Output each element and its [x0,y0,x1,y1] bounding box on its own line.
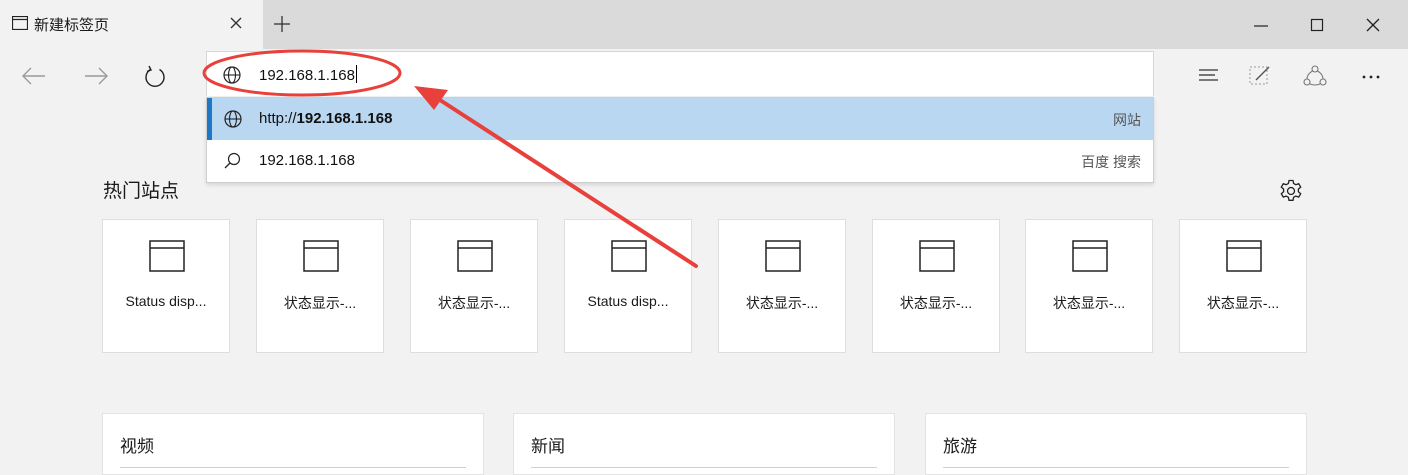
tab-new-tab[interactable]: 新建标签页 [0,0,263,49]
close-icon[interactable] [226,13,246,33]
page-icon [12,16,28,30]
top-site-tile[interactable]: 状态显示-... [1179,219,1307,353]
suggestion-search-tag: 百度 搜索 [1081,154,1141,170]
feed-card-news[interactable]: 新闻 [513,413,895,475]
divider [943,467,1289,468]
top-site-tile[interactable]: 状态显示-... [718,219,846,353]
top-sites-heading: 热门站点 [103,181,180,202]
plus-icon[interactable] [271,13,293,35]
card-title: 新闻 [531,437,565,456]
top-site-label: 状态显示-... [745,295,819,311]
page-icon [919,240,955,272]
maximize-icon[interactable] [1302,14,1332,36]
page-icon [611,240,647,272]
more-icon[interactable] [1356,63,1386,89]
page-icon [1226,240,1262,272]
page-icon [765,240,801,272]
refresh-icon[interactable] [140,63,170,89]
top-site-label: Status disp... [587,293,669,309]
top-site-label: Status disp... [125,293,207,309]
suggestion-url[interactable]: http://192.168.1.168 网站 [207,98,1153,140]
globe-icon [223,66,241,84]
divider [120,467,466,468]
suggestion-search-text: 192.168.1.168 [259,152,355,169]
top-site-tile[interactable]: 状态显示-... [872,219,1000,353]
window-close-icon[interactable] [1358,14,1388,36]
minimize-icon[interactable] [1246,14,1276,36]
top-site-label: 状态显示-... [283,295,357,311]
top-site-tile[interactable]: 状态显示-... [410,219,538,353]
gear-icon[interactable] [1278,178,1304,204]
top-site-label: 状态显示-... [899,295,973,311]
globe-icon [224,110,242,128]
web-note-icon[interactable] [1245,63,1275,89]
suggestion-search[interactable]: 192.168.1.168 百度 搜索 [207,140,1153,182]
address-bar[interactable]: 192.168.1.168 [206,51,1154,96]
page-icon [149,240,185,272]
page-icon [303,240,339,272]
top-site-label: 状态显示-... [1206,295,1280,311]
forward-arrow-icon[interactable] [81,63,111,89]
top-site-label: 状态显示-... [1052,295,1126,311]
page-icon [457,240,493,272]
feed-card-travel[interactable]: 旅游 [925,413,1307,475]
search-icon [224,152,241,169]
suggestion-url-text: http://192.168.1.168 [259,110,393,127]
page-icon [1072,240,1108,272]
card-title: 旅游 [943,437,977,456]
top-site-tile[interactable]: Status disp... [564,219,692,353]
top-site-tile[interactable]: Status disp... [102,219,230,353]
top-site-tile[interactable]: 状态显示-... [256,219,384,353]
divider [531,467,877,468]
top-site-label: 状态显示-... [437,295,511,311]
card-title: 视频 [120,437,154,456]
share-icon[interactable] [1300,63,1330,89]
address-input[interactable]: 192.168.1.168 [259,65,357,84]
hub-icon[interactable] [1194,63,1224,89]
tab-title: 新建标签页 [34,17,110,34]
suggestion-dropdown: http://192.168.1.168 网站 192.168.1.168 百度… [206,97,1154,183]
feed-card-video[interactable]: 视频 [102,413,484,475]
top-site-tile[interactable]: 状态显示-... [1025,219,1153,353]
suggestion-url-tag: 网站 [1113,112,1141,128]
title-bar: 新建标签页 [0,0,1408,49]
back-arrow-icon[interactable] [19,63,49,89]
